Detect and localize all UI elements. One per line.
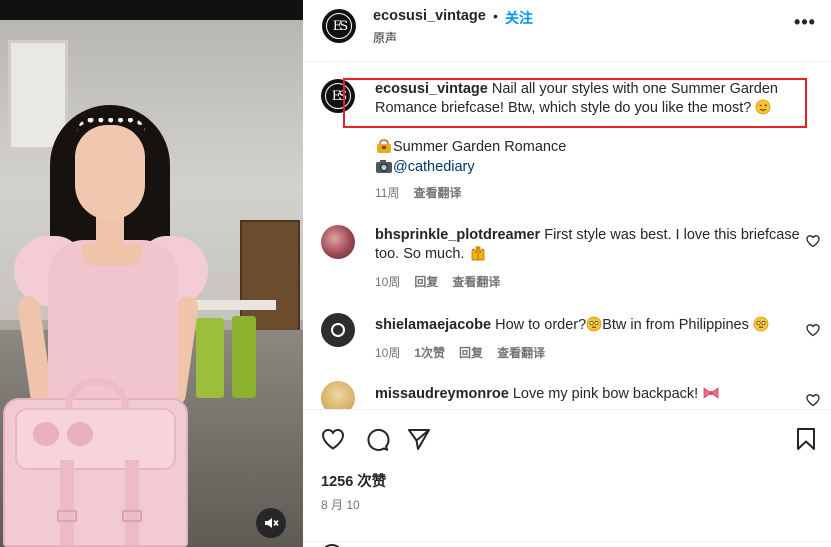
comment-time: 10周 <box>375 275 401 289</box>
caption-meta: 11周 查看翻译 <box>375 184 461 201</box>
header-username[interactable]: ecosusi_vintage <box>373 8 486 24</box>
comment-username[interactable]: shielamaejacobe <box>375 317 491 333</box>
speaker-muted-icon <box>265 518 279 528</box>
more-options-button[interactable]: ••• <box>793 12 817 36</box>
pearl-headband <box>77 118 145 132</box>
translate-link[interactable]: 查看翻译 <box>413 184 461 201</box>
post-panel: ES ecosusi_vintage • 关注 原声 ••• ES ecosus… <box>303 0 831 547</box>
caption-username[interactable]: ecosusi_vintage <box>375 81 488 97</box>
divider <box>303 541 831 542</box>
background-chair <box>232 316 256 398</box>
share-icon[interactable] <box>406 426 432 452</box>
product-line: Summer Garden Romance <box>375 138 800 157</box>
briefcase-buckle <box>122 510 142 522</box>
comment-username[interactable]: missaudreymonroe <box>375 386 509 402</box>
model-face <box>75 125 145 220</box>
briefcase-buckle <box>57 510 77 522</box>
post-media[interactable] <box>0 0 303 547</box>
handbag-emoji-icon <box>377 139 391 153</box>
avatar[interactable] <box>321 313 355 347</box>
comment-body-b: Btw in from Philippines <box>602 317 749 333</box>
post-actions: 1256 次赞 8 月 10 <box>303 409 831 547</box>
camera-emoji-icon <box>376 160 392 173</box>
heart-icon[interactable] <box>320 426 346 452</box>
post-header: ES ecosusi_vintage • 关注 原声 ••• <box>303 0 831 62</box>
comment-text: shielamaejacobe How to order? Btw in fro… <box>375 316 800 335</box>
background-chair <box>196 318 224 398</box>
product-name: Summer Garden Romance <box>393 139 567 155</box>
comment-text: bhsprinkle_plotdreamer First style was b… <box>375 226 800 264</box>
comment-meta: 10周 1次赞 回复 查看翻译 <box>375 344 545 361</box>
credit-line: @cathediary <box>375 158 800 177</box>
caption-text: ecosusi_vintage Nail all your styles wit… <box>375 80 800 118</box>
follow-button[interactable]: 关注 <box>505 8 533 28</box>
comment-like-heart-icon[interactable] <box>805 233 821 249</box>
briefcase-strap <box>125 460 139 545</box>
comments-section[interactable]: ES ecosusi_vintage Nail all your styles … <box>303 63 831 409</box>
comment-body-a: How to order? <box>495 317 587 333</box>
translate-link[interactable]: 查看翻译 <box>497 344 545 361</box>
mute-button[interactable] <box>256 508 286 538</box>
comment-like-heart-icon[interactable] <box>805 322 821 338</box>
comment-icon[interactable] <box>364 426 390 452</box>
comment-meta: 10周 回复 查看翻译 <box>375 273 500 290</box>
credit-mention-link[interactable]: @cathediary <box>393 159 475 175</box>
bow-decoration <box>33 420 93 452</box>
pleading-emoji-icon <box>753 316 769 332</box>
comment-time: 10周 <box>375 346 401 360</box>
wink-emoji-icon <box>756 99 771 115</box>
briefcase-strap <box>60 460 74 545</box>
caption-time: 11周 <box>375 186 400 200</box>
raised-hands-emoji-icon <box>471 246 484 261</box>
avatar[interactable] <box>321 225 355 259</box>
reply-link[interactable]: 回复 <box>459 344 483 361</box>
likes-count[interactable]: 1256 次赞 <box>321 470 386 491</box>
brand-logo: ES <box>326 13 352 39</box>
comment-username[interactable]: bhsprinkle_plotdreamer <box>375 227 540 243</box>
media-top-bar <box>0 0 303 20</box>
pink-briefcase <box>3 378 188 547</box>
audio-label[interactable]: 原声 <box>373 29 397 46</box>
reply-link[interactable]: 回复 <box>414 273 438 290</box>
comment-likes-count[interactable]: 1次赞 <box>414 344 445 361</box>
header-separator: • <box>493 8 498 24</box>
comment-text: missaudreymonroe Love my pink bow backpa… <box>375 385 800 404</box>
bookmark-icon[interactable] <box>793 426 819 452</box>
translate-link[interactable]: 查看翻译 <box>452 273 500 290</box>
post-date: 8 月 10 <box>321 498 360 512</box>
avatar[interactable]: ES <box>322 9 356 43</box>
ribbon-emoji-icon <box>703 387 719 399</box>
avatar[interactable] <box>321 381 355 409</box>
comment-like-heart-icon[interactable] <box>805 392 821 408</box>
pleading-emoji-icon <box>586 316 602 332</box>
dress-neckline <box>82 244 142 266</box>
avatar-graphic <box>331 323 345 337</box>
comment-body: Love my pink bow backpack! <box>512 386 699 402</box>
